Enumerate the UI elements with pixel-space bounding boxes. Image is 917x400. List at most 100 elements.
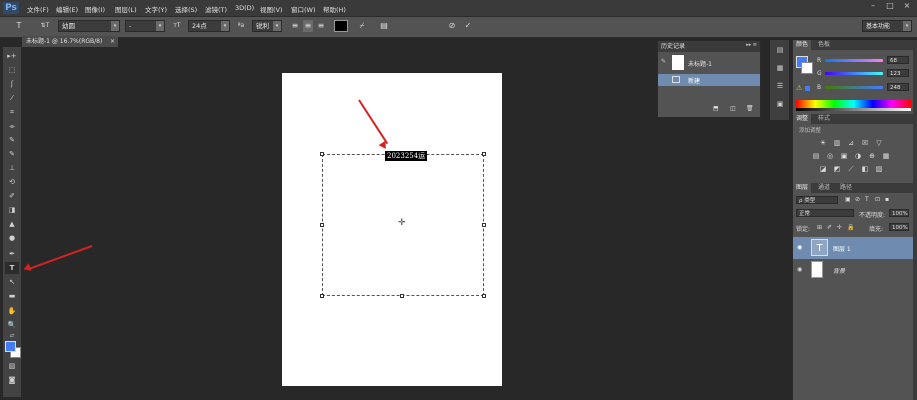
blend-mode-select[interactable]: 正常 [796, 209, 854, 217]
fill-field[interactable]: 100% [889, 223, 909, 231]
document-tab[interactable]: 未标题-1 @ 16.7%(RGB/8) × [22, 36, 118, 47]
font-family-select[interactable]: 幼圆 ▾ [58, 20, 120, 32]
trash-icon[interactable]: 🗑 [746, 105, 754, 112]
character-panel-icon[interactable]: ▣ [773, 98, 787, 110]
healing-brush-tool-icon[interactable]: ✎ [5, 134, 19, 146]
brush-tool-icon[interactable]: ✎ [5, 148, 19, 160]
shape-tool-icon[interactable]: ▬ [5, 290, 19, 302]
transform-handle[interactable] [400, 294, 404, 298]
lock-transparent-icon[interactable]: ⊞ [817, 224, 822, 231]
dodge-tool-icon[interactable]: ● [5, 232, 19, 244]
gradient-tool-icon[interactable]: ◨ [5, 204, 19, 216]
eyedropper-tool-icon[interactable]: ⌯ [5, 120, 19, 132]
marquee-tool-icon[interactable]: ⬚ [5, 64, 19, 76]
tab-channels[interactable]: 通道 [815, 183, 833, 193]
transform-handle[interactable] [482, 223, 486, 227]
close-tab-icon[interactable]: × [110, 36, 115, 47]
filter-type-icon[interactable]: T [865, 196, 869, 203]
transform-handle[interactable] [320, 152, 324, 156]
filter-smart-object-icon[interactable]: ▪ [885, 196, 889, 203]
tab-color[interactable]: 颜色 [793, 40, 812, 50]
lock-image-icon[interactable]: ✐ [827, 224, 832, 231]
history-snapshot[interactable]: 未标题-1 ✎ [658, 53, 760, 73]
color-spectrum-bar[interactable] [796, 100, 911, 108]
history-brush-tool-icon[interactable]: ⟲ [5, 176, 19, 188]
channel-g-field[interactable]: 123 [887, 69, 909, 77]
hand-tool-icon[interactable]: ✋ [5, 305, 19, 317]
selected-text[interactable]: 2023254运 [385, 151, 428, 161]
eraser-tool-icon[interactable]: ✐ [5, 190, 19, 202]
curves-icon[interactable]: ⊿ [846, 139, 856, 147]
align-left-icon[interactable]: ≡ [290, 20, 300, 32]
channel-r-field[interactable]: 68 [887, 56, 909, 64]
selective-color-icon[interactable]: ◧ [860, 165, 870, 173]
photo-filter-icon[interactable]: ◑ [853, 152, 863, 160]
tab-layers[interactable]: 图层 [793, 183, 812, 193]
channel-r-slider[interactable] [825, 59, 883, 62]
screen-mode-icon[interactable]: ◙ [5, 374, 19, 386]
black-white-icon[interactable]: ▣ [839, 152, 849, 160]
character-panel-icon[interactable]: ▤ [378, 20, 390, 32]
grayscale-ramp[interactable] [796, 108, 911, 111]
menu-help[interactable]: 帮助(H) [323, 4, 346, 14]
text-orientation-icon[interactable]: ⇅T [38, 20, 52, 32]
menu-layer[interactable]: 图层(L) [115, 4, 137, 14]
opacity-field[interactable]: 100% [889, 209, 909, 217]
channel-b-slider[interactable] [825, 86, 883, 89]
layer-row-text[interactable]: ◉ T 图层 1 [793, 237, 914, 259]
menu-file[interactable]: 文件(F) [27, 4, 49, 14]
posterize-icon[interactable]: ◩ [832, 165, 842, 173]
menu-filter[interactable]: 滤镜(T) [205, 4, 227, 14]
quick-select-tool-icon[interactable]: ⁄ [5, 92, 19, 104]
foreground-color-swatch[interactable] [5, 341, 16, 352]
commit-edit-icon[interactable]: ✓ [462, 20, 474, 32]
history-state-selected[interactable]: 新建 [658, 74, 760, 86]
type-tool-icon[interactable]: T [5, 262, 19, 274]
transform-handle[interactable] [320, 294, 324, 298]
font-style-select[interactable]: - ▾ [125, 20, 165, 32]
panel-scrollbar[interactable] [913, 40, 917, 400]
invert-icon[interactable]: ◪ [818, 165, 828, 173]
type-tool-preset-icon[interactable]: T [12, 20, 26, 32]
menu-edit[interactable]: 编辑(E) [56, 4, 78, 14]
zoom-tool-icon[interactable]: 🔍 [5, 319, 19, 331]
move-tool-icon[interactable]: ▸+ [5, 50, 19, 62]
layer-row-background[interactable]: ◉ 背景 [793, 259, 914, 281]
exposure-icon[interactable]: ☒ [860, 139, 870, 147]
tab-adjustments[interactable]: 调整 [793, 114, 812, 124]
color-balance-icon[interactable]: ◎ [825, 152, 835, 160]
align-center-icon[interactable]: ≡ [303, 20, 313, 32]
tab-paths[interactable]: 路径 [837, 183, 855, 193]
menu-3d[interactable]: 3D(D) [235, 4, 254, 12]
align-right-icon[interactable]: ≡ [316, 20, 326, 32]
maximize-button[interactable]: □ [883, 1, 897, 10]
hue-saturation-icon[interactable]: ▤ [811, 152, 821, 160]
history-panel-icon[interactable]: ▤ [773, 44, 787, 56]
new-document-from-state-icon[interactable]: ⬒ [713, 105, 719, 112]
quick-mask-icon[interactable]: ▨ [5, 360, 19, 372]
cancel-edit-icon[interactable]: ⊘ [446, 20, 458, 32]
workspace-select[interactable]: 基本功能 ▾ [862, 20, 912, 32]
transform-handle[interactable] [482, 152, 486, 156]
pen-tool-icon[interactable]: ✒ [5, 248, 19, 260]
paragraph-panel-icon[interactable]: ☰ [773, 80, 787, 92]
clone-stamp-tool-icon[interactable]: ⊥ [5, 162, 19, 174]
filter-shape-icon[interactable]: ⊡ [875, 196, 880, 203]
crop-tool-icon[interactable]: ⌗ [5, 106, 19, 118]
levels-icon[interactable]: ▥ [832, 139, 842, 147]
text-bounding-box[interactable]: ✛ [320, 152, 486, 298]
layer-name[interactable]: 背景 [833, 266, 845, 275]
visibility-eye-icon[interactable]: ◉ [797, 266, 802, 273]
menu-select[interactable]: 选择(S) [175, 4, 197, 14]
panel-menu-icon[interactable]: ▸▸ ≡ [746, 42, 757, 48]
gamut-color-chip[interactable] [805, 86, 810, 91]
tab-swatches[interactable]: 色板 [815, 40, 833, 50]
visibility-eye-icon[interactable]: ◉ [797, 244, 802, 251]
warp-text-icon[interactable]: ⌿ [356, 20, 368, 32]
bg-color-swatch[interactable] [801, 62, 813, 74]
tab-styles[interactable]: 样式 [815, 114, 833, 124]
brightness-contrast-icon[interactable]: ☀ [818, 139, 828, 147]
close-window-button[interactable]: × [900, 1, 914, 10]
minimize-button[interactable]: – [866, 1, 880, 10]
gradient-map-icon[interactable]: ▨ [874, 165, 884, 173]
